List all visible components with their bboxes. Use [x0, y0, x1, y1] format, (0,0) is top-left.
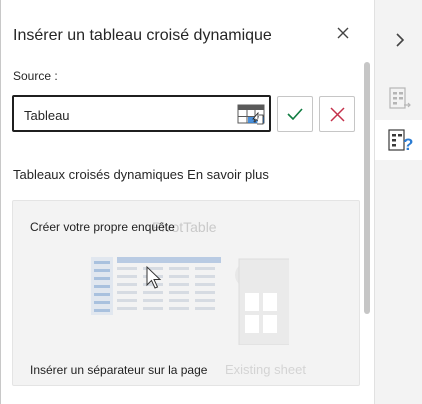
pane-scrollbar[interactable]: [364, 62, 370, 398]
section-heading: Tableaux croisés dynamiques En savoir pl…: [13, 167, 269, 182]
recommended-tab[interactable]: ?: [375, 120, 422, 160]
learn-more-link[interactable]: En savoir plus: [187, 167, 269, 182]
pivot-help-icon: ?: [388, 129, 413, 154]
range-select-button[interactable]: [237, 104, 269, 126]
field-list-icon: [389, 87, 411, 109]
confirm-button[interactable]: [277, 96, 313, 132]
cancel-button[interactable]: [319, 96, 355, 132]
pane-border: [0, 0, 1, 404]
card-ghost-footer: Existing sheet: [225, 362, 306, 377]
task-pane-sidebar: ?: [374, 0, 422, 404]
create-pivot-card[interactable]: PivotTable Créer votre propre enquête Ex…: [12, 200, 360, 386]
source-label: Source :: [13, 69, 58, 83]
close-icon: [337, 27, 349, 39]
close-button[interactable]: [332, 22, 354, 44]
checkmark-icon: [287, 108, 303, 120]
scroll-thumb[interactable]: [364, 62, 370, 314]
card-heading: Créer votre propre enquête: [30, 220, 175, 234]
x-icon: [329, 106, 345, 122]
svg-text:?: ?: [403, 135, 413, 154]
card-footer: Insérer un séparateur sur la page: [30, 363, 208, 377]
range-select-icon: [237, 104, 265, 125]
source-input[interactable]: Tableau: [12, 95, 271, 132]
pane-title: Insérer un tableau croisé dynamique: [13, 27, 272, 44]
pivot-table-illustration: [91, 257, 289, 345]
chevron-right-icon: [396, 33, 405, 47]
source-value: Tableau: [24, 108, 70, 123]
section-heading-text: Tableaux croisés dynamiques: [13, 167, 184, 182]
collapse-pane-button[interactable]: [391, 30, 409, 50]
pivot-table-pane: Insérer un tableau croisé dynamique Sour…: [0, 0, 374, 404]
field-list-tab[interactable]: [375, 78, 422, 118]
